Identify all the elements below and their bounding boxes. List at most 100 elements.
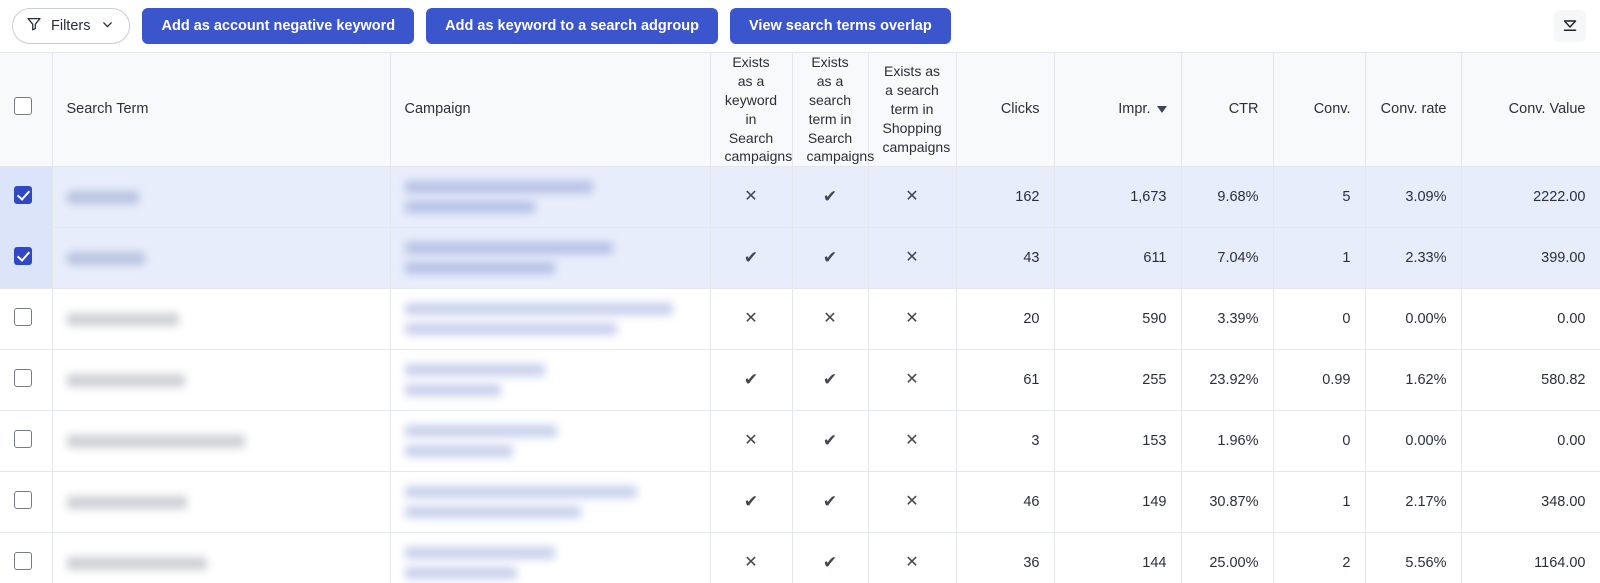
add-as-keyword-to-search-adgroup-button[interactable]: Add as keyword to a search adgroup <box>426 8 718 44</box>
cell-clicks: 20 <box>956 288 1055 351</box>
redacted-search-term-text <box>66 190 139 204</box>
table-row[interactable]: ✕ ✔ ✕ 36 144 25.00% 2 5.56% 1164.00 <box>0 532 1600 583</box>
column-header-impr[interactable]: Impr. <box>1054 52 1182 168</box>
redacted-campaign-text <box>404 547 555 560</box>
cross-icon: ✕ <box>905 310 919 328</box>
column-header-ctr[interactable]: CTR <box>1181 52 1274 168</box>
column-header-exists-keyword-search[interactable]: Exists as a keyword in Search campaigns <box>710 52 793 168</box>
cell-exists-keyword-search: ✔ <box>710 349 793 412</box>
cell-impr: 611 <box>1054 227 1182 290</box>
cell-exists-term-shopping: ✕ <box>868 532 957 583</box>
cell-conv-value: 0.00 <box>1461 288 1600 351</box>
row-select-checkbox[interactable] <box>14 552 32 571</box>
check-icon: ✔ <box>822 248 838 268</box>
cross-icon: ✕ <box>823 310 837 328</box>
table-row[interactable]: ✔ ✔ ✕ 46 149 30.87% 1 2.17% 348.00 <box>0 471 1600 534</box>
row-select-checkbox[interactable] <box>14 369 32 388</box>
cell-exists-keyword-search: ✔ <box>710 227 793 290</box>
filters-button[interactable]: Filters <box>12 8 131 44</box>
check-icon: ✔ <box>822 553 838 573</box>
column-header-clicks[interactable]: Clicks <box>956 52 1055 168</box>
redacted-search-term-text <box>66 556 207 570</box>
column-header-exists-term-search[interactable]: Exists as a search term in Search campai… <box>792 52 874 168</box>
redacted-campaign-text <box>404 567 517 580</box>
cell-exists-term-shopping: ✕ <box>868 227 957 290</box>
row-select-cell <box>0 166 53 229</box>
cell-clicks: 46 <box>956 471 1055 534</box>
sort-desc-caret-icon[interactable] <box>1156 105 1167 113</box>
row-select-checkbox[interactable] <box>14 308 32 327</box>
cell-exists-keyword-search: ✕ <box>710 532 793 583</box>
cell-ctr: 30.87% <box>1181 471 1274 534</box>
cell-conv-value: 348.00 <box>1461 471 1600 534</box>
check-icon: ✔ <box>822 370 838 390</box>
cell-exists-keyword-search: ✕ <box>710 288 793 351</box>
cell-search-term <box>52 288 391 351</box>
column-header-conv-rate[interactable]: Conv. rate <box>1365 52 1462 168</box>
row-select-cell <box>0 227 53 290</box>
cell-campaign[interactable] <box>390 166 711 229</box>
redacted-search-term-text <box>66 373 185 387</box>
cell-clicks: 3 <box>956 410 1055 473</box>
cell-exists-keyword-search: ✔ <box>710 471 793 534</box>
redacted-campaign-text <box>404 364 545 377</box>
download-icon[interactable] <box>1554 10 1586 42</box>
cell-ctr: 1.96% <box>1181 410 1274 473</box>
cross-icon: ✕ <box>905 249 919 267</box>
cross-icon: ✕ <box>744 432 758 450</box>
table-row[interactable]: ✔ ✔ ✕ 61 255 23.92% 0.99 1.62% 580.82 <box>0 349 1600 412</box>
check-icon: ✔ <box>822 431 838 451</box>
select-all-checkbox[interactable] <box>14 97 32 116</box>
cell-exists-term-search: ✔ <box>792 410 869 473</box>
cell-exists-keyword-search: ✕ <box>710 166 793 229</box>
view-search-terms-overlap-button[interactable]: View search terms overlap <box>730 8 951 44</box>
cell-search-term <box>52 349 391 412</box>
cell-conv-rate: 2.17% <box>1365 471 1462 534</box>
table-row[interactable]: ✕ ✔ ✕ 162 1,673 9.68% 5 3.09% 2222.00 <box>0 166 1600 229</box>
redacted-campaign-text <box>404 303 673 316</box>
row-select-checkbox[interactable] <box>14 430 32 449</box>
redacted-search-term-text <box>66 251 145 265</box>
cell-ctr: 7.04% <box>1181 227 1274 290</box>
column-header-conv-value[interactable]: Conv. Value <box>1461 52 1600 168</box>
cell-campaign[interactable] <box>390 349 711 412</box>
redacted-search-term-text <box>66 434 245 448</box>
column-header-campaign[interactable]: Campaign <box>390 52 711 168</box>
row-select-checkbox[interactable] <box>14 186 32 205</box>
redacted-campaign-text <box>404 201 535 214</box>
add-as-account-negative-keyword-button[interactable]: Add as account negative keyword <box>142 8 415 44</box>
table-row[interactable]: ✕ ✕ ✕ 20 590 3.39% 0 0.00% 0.00 <box>0 288 1600 351</box>
cell-exists-term-search: ✕ <box>792 288 869 351</box>
column-header-conv[interactable]: Conv. <box>1273 52 1366 168</box>
select-all-header-cell <box>0 52 53 168</box>
cell-campaign[interactable] <box>390 288 711 351</box>
cell-clicks: 61 <box>956 349 1055 412</box>
toolbar: Filters Add as account negative keyword … <box>0 0 1600 52</box>
check-icon: ✔ <box>743 492 759 512</box>
check-icon: ✔ <box>743 370 759 390</box>
cell-conv-rate: 0.00% <box>1365 410 1462 473</box>
cell-exists-term-search: ✔ <box>792 471 869 534</box>
cell-search-term <box>52 471 391 534</box>
table-row[interactable]: ✕ ✔ ✕ 3 153 1.96% 0 0.00% 0.00 <box>0 410 1600 473</box>
row-select-checkbox[interactable] <box>14 491 32 510</box>
cell-exists-term-shopping: ✕ <box>868 288 957 351</box>
column-header-exists-term-shopping[interactable]: Exists as a search term in Shopping camp… <box>868 52 957 168</box>
cell-conv-value: 580.82 <box>1461 349 1600 412</box>
cell-ctr: 25.00% <box>1181 532 1274 583</box>
row-select-checkbox[interactable] <box>14 247 32 266</box>
column-header-search-term[interactable]: Search Term <box>52 52 391 168</box>
filters-label: Filters <box>51 18 91 34</box>
cross-icon: ✕ <box>905 188 919 206</box>
cell-campaign[interactable] <box>390 471 711 534</box>
cell-campaign[interactable] <box>390 410 711 473</box>
cell-conv-value: 2222.00 <box>1461 166 1600 229</box>
cell-search-term <box>52 227 391 290</box>
cell-conv: 0 <box>1273 410 1366 473</box>
table-row[interactable]: ✔ ✔ ✕ 43 611 7.04% 1 2.33% 399.00 <box>0 227 1600 290</box>
cell-campaign[interactable] <box>390 532 711 583</box>
cell-exists-term-shopping: ✕ <box>868 349 957 412</box>
cell-exists-term-shopping: ✕ <box>868 410 957 473</box>
cell-exists-term-search: ✔ <box>792 532 869 583</box>
cell-campaign[interactable] <box>390 227 711 290</box>
